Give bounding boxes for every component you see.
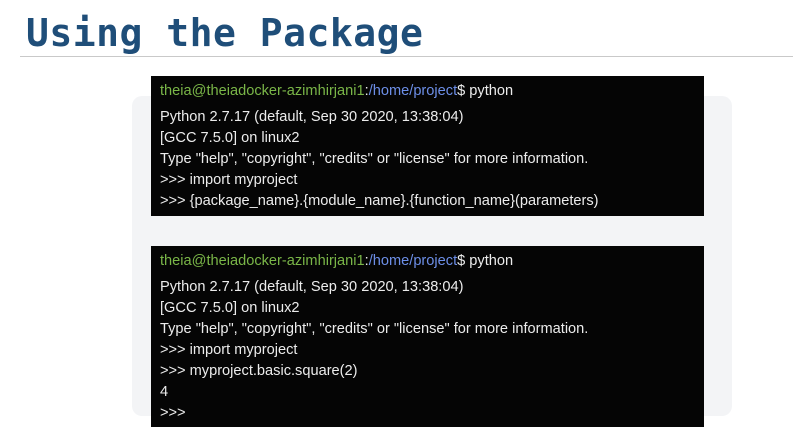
- terminal-window-1[interactable]: theia@theiadocker-azimhirjani1:/home/pro…: [151, 76, 704, 216]
- terminal-output-line: [GCC 7.5.0] on linux2: [160, 130, 300, 146]
- terminal-output-line: >>> import myproject: [160, 342, 298, 358]
- shell-prompt: theia@theiadocker-azimhirjani1:/home/pro…: [160, 81, 704, 102]
- prompt-user-host: theia@theiadocker-azimhirjani1: [160, 253, 365, 269]
- terminal-output-line: [GCC 7.5.0] on linux2: [160, 300, 300, 316]
- prompt-path: /home/project: [368, 83, 458, 99]
- terminal-output-line: 4: [160, 384, 169, 400]
- prompt-command: python: [465, 83, 514, 99]
- prompt-path: /home/project: [368, 253, 458, 269]
- terminal-output-line: >>> myproject.basic.square(2): [160, 363, 358, 379]
- terminal-output-line: Python 2.7.17 (default, Sep 30 2020, 13:…: [160, 279, 464, 295]
- shell-prompt: theia@theiadocker-azimhirjani1:/home/pro…: [160, 251, 704, 272]
- terminal-output-line: >>>: [160, 405, 186, 421]
- terminal-window-2[interactable]: theia@theiadocker-azimhirjani1:/home/pro…: [151, 246, 704, 427]
- terminal-output-line: >>> import myproject: [160, 172, 298, 188]
- title-divider: [20, 56, 793, 57]
- prompt-command: python: [465, 253, 514, 269]
- prompt-user-host: theia@theiadocker-azimhirjani1: [160, 83, 365, 99]
- terminal-output-line: >>> {package_name}.{module_name}.{functi…: [160, 193, 599, 209]
- terminal-output-line: Type "help", "copyright", "credits" or "…: [160, 151, 589, 167]
- slide-title: Using the Package: [26, 11, 424, 55]
- terminal-output-line: Python 2.7.17 (default, Sep 30 2020, 13:…: [160, 109, 464, 125]
- terminal-output-line: Type "help", "copyright", "credits" or "…: [160, 321, 589, 337]
